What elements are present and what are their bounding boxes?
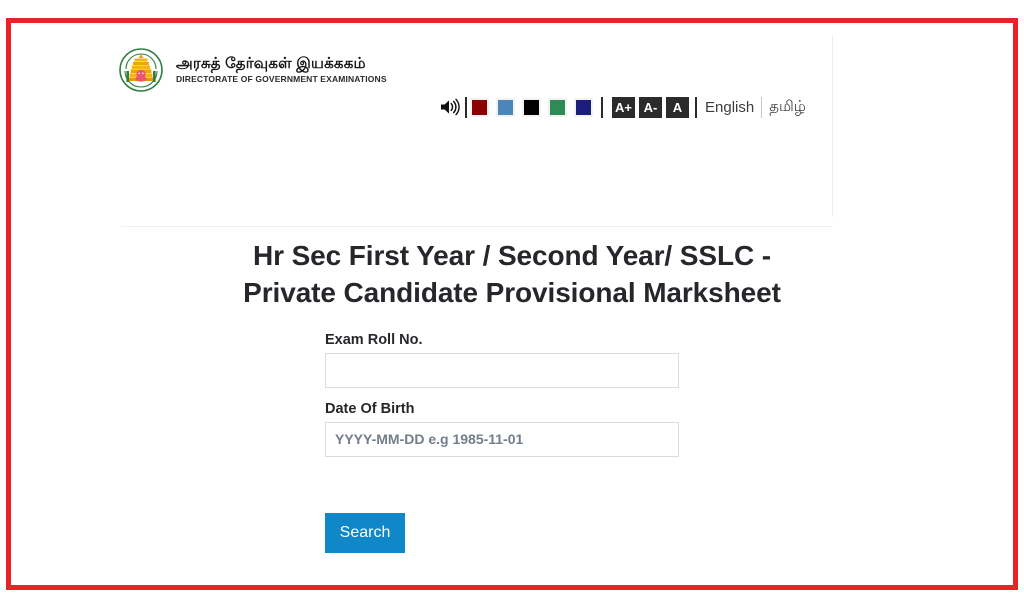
accessibility-toolbar: A+ A- A English தமிழ் <box>439 95 806 119</box>
theme-swatch-sea-green[interactable] <box>548 97 567 117</box>
brand-row: அரசுத் தேர்வுகள் இயக்ககம் DIRECTORATE OF… <box>109 35 832 93</box>
header-divider <box>121 226 832 227</box>
font-size-increase-button[interactable]: A+ <box>612 96 635 118</box>
font-size-controls: A+ A- A <box>612 96 689 118</box>
site-header: அரசுத் தேர்வுகள் இயக்ககம் DIRECTORATE OF… <box>109 35 833 217</box>
language-link-tamil[interactable]: தமிழ் <box>769 98 806 117</box>
page-title-line-1: Hr Sec First Year / Second Year/ SSLC - <box>253 240 771 271</box>
toolbar-separator-2 <box>601 96 603 118</box>
org-name-tamil: அரசுத் தேர்வுகள் இயக்ககம் <box>176 55 366 73</box>
field-spacer <box>325 388 679 401</box>
theme-swatch-navy[interactable] <box>574 97 593 117</box>
language-link-english[interactable]: English <box>705 99 754 116</box>
date-of-birth-input[interactable] <box>325 421 679 457</box>
exam-roll-no-label: Exam Roll No. <box>325 331 423 348</box>
language-separator <box>761 96 763 118</box>
brand-text: அரசுத் தேர்வுகள் இயக்ககம் DIRECTORATE OF… <box>176 56 387 84</box>
toolbar-separator-3 <box>695 96 697 118</box>
marksheet-search-form: Exam Roll No. Date Of Birth Search <box>325 332 679 553</box>
org-name-english: DIRECTORATE OF GOVERNMENT EXAMINATIONS <box>176 73 387 84</box>
page-content: அரசுத் தேர்வுகள் இயக்ககம் DIRECTORATE OF… <box>11 23 1013 585</box>
page-title: Hr Sec First Year / Second Year/ SSLC - … <box>162 238 862 312</box>
font-size-reset-button[interactable]: A <box>666 96 689 118</box>
toolbar-separator-1 <box>465 96 467 118</box>
speaker-volume-icon[interactable] <box>439 97 461 117</box>
tamil-nadu-state-emblem-icon <box>118 47 164 93</box>
main-content: Hr Sec First Year / Second Year/ SSLC - … <box>11 238 1013 553</box>
page-title-line-2: Private Candidate Provisional Marksheet <box>243 276 781 308</box>
theme-swatch-dark-red[interactable] <box>470 97 489 117</box>
theme-swatch-steel-blue[interactable] <box>496 97 515 117</box>
red-page-border: அரசுத் தேர்வுகள் இயக்ககம் DIRECTORATE OF… <box>6 18 1018 590</box>
theme-swatch-black[interactable] <box>522 97 541 117</box>
search-button[interactable]: Search <box>325 512 405 553</box>
exam-roll-no-input[interactable] <box>325 352 679 388</box>
font-size-decrease-button[interactable]: A- <box>639 96 662 118</box>
date-of-birth-label: Date Of Birth <box>325 400 415 417</box>
